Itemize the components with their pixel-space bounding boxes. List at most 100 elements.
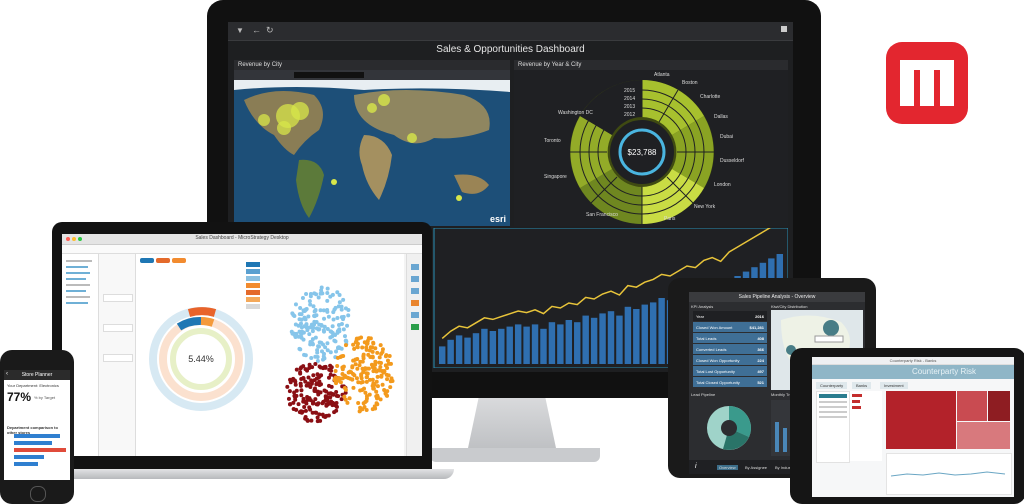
scatter-point <box>305 394 310 399</box>
scatter-point <box>305 368 310 373</box>
scatter-point <box>335 329 340 334</box>
revenue-bar[interactable] <box>649 302 657 364</box>
bar <box>14 455 44 459</box>
kpi-row[interactable]: Total Leads 408 <box>693 333 767 343</box>
kpi-row[interactable]: Closed Won Opportunity 224 <box>693 355 767 365</box>
tab-investment[interactable]: Investment <box>880 382 908 389</box>
revenue-bar[interactable] <box>531 324 539 364</box>
filter-chip[interactable] <box>172 258 186 263</box>
treemap[interactable] <box>886 391 1010 449</box>
map-search-input[interactable] <box>294 72 364 78</box>
drop-zone[interactable] <box>103 324 133 332</box>
revenue-bar[interactable] <box>590 317 598 364</box>
tab-overview[interactable]: Overview <box>717 465 738 470</box>
revenue-bar[interactable] <box>481 328 488 364</box>
kpi-row[interactable]: Total Lost Opportunity 497 <box>693 366 767 376</box>
kpi-row[interactable]: Total Closed Opportunity 521 <box>693 377 767 387</box>
scatter-point <box>303 408 308 413</box>
revenue-bar[interactable] <box>498 328 505 364</box>
revenue-bar[interactable] <box>599 313 606 364</box>
city-label: Singapore <box>544 174 567 180</box>
revenue-bar[interactable] <box>472 333 480 364</box>
revenue-bar[interactable] <box>439 346 446 364</box>
scatter-point <box>360 387 365 392</box>
viz-type-icon[interactable] <box>411 264 419 270</box>
scatter-point <box>370 355 375 360</box>
revenue-bar[interactable] <box>447 339 454 364</box>
info-icon[interactable]: i <box>695 463 697 470</box>
fullscreen-icon[interactable] <box>781 26 787 32</box>
tab-counterparty[interactable]: Counterparty <box>816 382 848 389</box>
kpi-row[interactable]: Converted Leads 366 <box>693 344 767 354</box>
laptop-toolbar <box>62 245 422 254</box>
scatter-point <box>316 344 321 349</box>
phone-home-button[interactable] <box>30 486 46 502</box>
scatter-point <box>364 374 369 379</box>
scatter-point <box>339 354 344 359</box>
scatter-point <box>369 362 374 367</box>
tab-banks[interactable]: Banks <box>852 382 872 389</box>
year-label: 2013 <box>624 104 635 110</box>
revenue-bar[interactable] <box>616 315 623 364</box>
ipad-pie[interactable] <box>699 400 759 456</box>
scatter-point <box>301 399 306 404</box>
revenue-bar[interactable] <box>464 337 471 364</box>
viz-type-icon[interactable] <box>411 312 419 318</box>
viz-type-icon[interactable] <box>411 288 419 294</box>
viz-type-icon[interactable] <box>411 276 419 282</box>
revenue-bar[interactable] <box>489 331 497 364</box>
world-map[interactable] <box>234 80 510 226</box>
scatter-point <box>371 341 376 346</box>
sunburst-chart[interactable]: $23,788 2015 2014 2013 2012 Atlanta Bost… <box>514 70 788 226</box>
revenue-bar[interactable] <box>607 311 615 364</box>
revenue-bar[interactable] <box>582 315 589 364</box>
scatter-point <box>313 335 318 340</box>
revenue-bar[interactable] <box>624 306 632 364</box>
year-label: 2015 <box>624 88 635 94</box>
revenue-bar[interactable] <box>514 324 522 364</box>
scatter-point <box>293 322 298 327</box>
revenue-bar[interactable] <box>540 328 547 364</box>
panel-title: Revenue by Year & City <box>514 60 788 70</box>
revenue-bar[interactable] <box>633 309 640 364</box>
back-icon[interactable]: ← <box>252 25 261 35</box>
donut-chart[interactable]: 5.44% <box>146 304 256 414</box>
scatter-point <box>364 379 369 384</box>
scatter-point <box>324 402 329 407</box>
filter-chip[interactable] <box>140 258 154 263</box>
revenue-bar[interactable] <box>641 304 648 364</box>
refresh-icon[interactable]: ↻ <box>266 25 274 36</box>
scatter-point <box>335 364 340 369</box>
tablet-screen: Counterparty Risk - Banks Counterparty R… <box>812 357 1014 497</box>
revenue-bar[interactable] <box>506 326 513 364</box>
tablet-line-chart[interactable] <box>886 453 1012 495</box>
drop-zone[interactable] <box>103 294 133 302</box>
revenue-bar[interactable] <box>565 320 573 364</box>
scatter-point <box>285 384 290 389</box>
filter-chip[interactable] <box>156 258 170 263</box>
esri-logo: esri <box>489 214 506 224</box>
revenue-bar[interactable] <box>548 322 556 364</box>
filter-icon[interactable]: ▼ <box>236 26 244 35</box>
donut-center-value: 5.44% <box>188 354 214 364</box>
tab-by-assignee[interactable]: By Assignee <box>745 465 767 470</box>
drop-zone[interactable] <box>103 354 133 362</box>
scatter-point <box>385 377 390 382</box>
viz-type-icon[interactable] <box>411 324 419 330</box>
revenue-bar[interactable] <box>658 298 665 364</box>
scatter-point <box>319 323 324 328</box>
scatter-point <box>314 326 319 331</box>
revenue-bar[interactable] <box>574 322 581 364</box>
scatter-point <box>378 365 383 370</box>
kpi-row[interactable]: Closed Won Amount $41,281 <box>693 322 767 332</box>
revenue-bar[interactable] <box>557 324 564 364</box>
scatter-point <box>302 404 307 409</box>
kpi-row[interactable]: Year 2016 <box>693 311 767 321</box>
revenue-bar[interactable] <box>455 335 463 364</box>
scatter-point <box>326 314 331 319</box>
scatter-point <box>378 343 383 348</box>
revenue-bar[interactable] <box>523 326 530 364</box>
viz-type-icon[interactable] <box>411 300 419 306</box>
scatter-plot[interactable] <box>276 254 404 456</box>
scatter-point <box>301 364 306 369</box>
